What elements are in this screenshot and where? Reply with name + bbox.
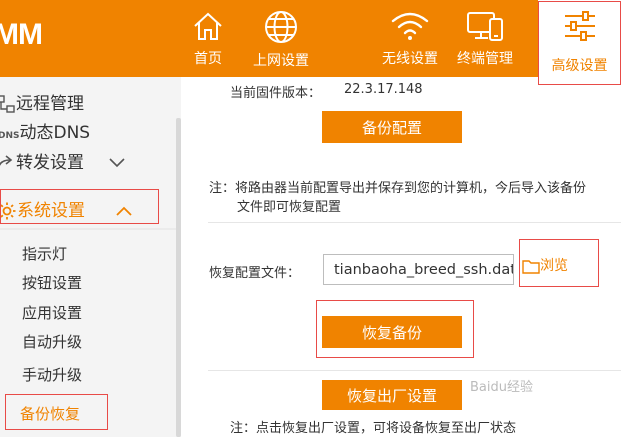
- sidebar-sub-backup-restore[interactable]: 备份恢复: [20, 403, 80, 424]
- sidebar-item-forward[interactable]: 转发设置: [0, 148, 125, 173]
- sliders-icon: [564, 11, 595, 41]
- backup-note-line1: 注：将路由器当前配置导出并保存到您的计算机，今后导入该备份: [209, 181, 587, 196]
- nav-wireless-label: 无线设置: [382, 51, 438, 67]
- browse-button[interactable]: 浏览: [522, 255, 568, 275]
- sidebar-item-ddns-label: 动态DNS: [19, 123, 91, 143]
- nav-home[interactable]: 首页: [184, 0, 232, 77]
- forward-icon: [0, 155, 13, 166]
- sidebar-item-system-label: 系统设置: [17, 201, 85, 221]
- brand-logo: MM: [0, 18, 43, 51]
- restore-backup-button[interactable]: 恢复备份: [322, 316, 462, 348]
- nav-devices[interactable]: 终端管理: [452, 0, 518, 77]
- firmware-label: 当前固件版本：: [230, 86, 322, 101]
- sidebar-sub-indicator[interactable]: 指示灯: [22, 243, 67, 264]
- nav-advanced[interactable]: 高级设置: [538, 0, 621, 85]
- sidebar-sub-buttons[interactable]: 按钮设置: [22, 272, 82, 293]
- ddns-icon: DNS: [0, 131, 20, 141]
- sidebar-item-ddns[interactable]: DNS动态DNS: [0, 118, 90, 143]
- watermark: Baidu经验: [470, 380, 533, 395]
- devices-icon: [467, 12, 503, 41]
- remote-icon: [0, 95, 15, 113]
- sidebar-divider: [0, 228, 181, 230]
- nav-devices-label: 终端管理: [457, 51, 513, 67]
- nav-wireless[interactable]: 无线设置: [376, 0, 444, 77]
- chevron-down-icon: [109, 158, 125, 168]
- sidebar-item-forward-label: 转发设置: [16, 153, 84, 173]
- sidebar-sub-manual-upgrade[interactable]: 手动升级: [22, 364, 82, 385]
- browse-label: 浏览: [540, 258, 568, 274]
- wifi-icon: [391, 12, 429, 40]
- firmware-version: 22.3.17.148: [344, 82, 423, 97]
- sidebar-sub-apps[interactable]: 应用设置: [22, 302, 82, 323]
- factory-reset-note: 注：点击恢复出厂设置，可将设备恢复至出厂状态: [230, 421, 517, 436]
- section-divider: [208, 222, 621, 223]
- factory-reset-button[interactable]: 恢复出厂设置: [322, 380, 462, 410]
- backup-config-button[interactable]: 备份配置: [322, 111, 462, 143]
- nav-internet-label: 上网设置: [253, 53, 309, 69]
- restore-file-input[interactable]: [323, 254, 514, 285]
- restore-file-label: 恢复配置文件：: [209, 266, 301, 281]
- nav-advanced-label: 高级设置: [551, 58, 608, 74]
- globe-icon: [265, 11, 297, 43]
- nav-internet[interactable]: 上网设置: [246, 0, 316, 77]
- home-icon: [194, 12, 222, 40]
- sidebar-scrollbar[interactable]: [176, 118, 181, 437]
- sidebar-sub-auto-upgrade[interactable]: 自动升级: [22, 331, 82, 352]
- folder-icon: [522, 259, 540, 274]
- nav-home-label: 首页: [194, 51, 222, 67]
- sidebar-item-remote[interactable]: 远程管理: [0, 89, 84, 114]
- chevron-up-icon: [116, 206, 133, 216]
- backup-note-line2: 文件即可恢复配置: [237, 200, 342, 215]
- gear-icon: [0, 202, 16, 220]
- section-divider-2: [208, 370, 621, 371]
- sidebar-item-system[interactable]: 系统设置: [0, 196, 133, 221]
- sidebar-item-remote-label: 远程管理: [16, 94, 84, 114]
